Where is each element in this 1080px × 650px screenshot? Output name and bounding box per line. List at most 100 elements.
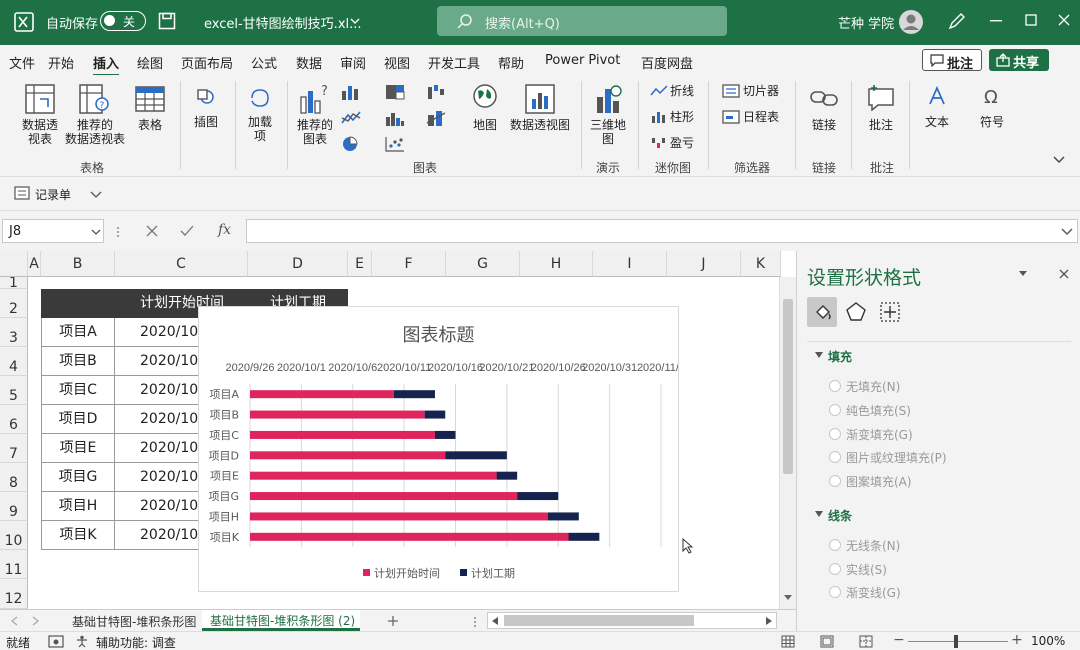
macro-record-icon[interactable] — [48, 635, 64, 648]
collapse-triangle-icon[interactable] — [815, 511, 823, 519]
bar-plan-duration[interactable] — [547, 512, 579, 521]
insert-function-button[interactable]: fx — [218, 222, 231, 238]
line-section-title[interactable]: 线条 — [828, 507, 852, 524]
menu-baidu-netdisk[interactable]: 百度网盘 — [641, 53, 693, 72]
add-sheet-icon[interactable] — [387, 615, 399, 627]
waterfall-chart-icon[interactable] — [426, 83, 448, 101]
bar-plan-duration[interactable] — [434, 430, 456, 439]
hierarchy-chart-icon[interactable] — [384, 83, 406, 101]
legend-swatch[interactable] — [363, 569, 370, 576]
x-tick-label[interactable]: 2020/10/26 — [531, 362, 586, 374]
item-name-cell[interactable]: 项目D — [41, 405, 115, 434]
bar-plan-duration[interactable] — [496, 471, 518, 480]
y-category-label[interactable]: 项目H — [209, 510, 239, 523]
cancel-icon[interactable] — [146, 225, 158, 237]
menu-help[interactable]: 帮助 — [498, 53, 524, 72]
sparkline-column-icon[interactable] — [650, 110, 668, 124]
avatar[interactable] — [898, 9, 924, 35]
bar-plan-start[interactable] — [250, 430, 435, 439]
line-option-gradient[interactable]: 渐变线(G) — [829, 584, 901, 601]
bar-plan-duration[interactable] — [568, 532, 600, 541]
y-category-label[interactable]: 项目D — [209, 449, 239, 462]
y-category-label[interactable]: 项目G — [208, 490, 239, 503]
chart-plot[interactable]: 2020/9/26 2020/10/1 2020/10/6 2020/10/11202… — [199, 307, 678, 591]
legend-entry[interactable]: 计划开始时间 — [374, 566, 440, 580]
fill-option-solid[interactable]: 纯色填充(S) — [829, 402, 911, 419]
menu-view[interactable]: 视图 — [384, 53, 410, 72]
column-header[interactable]: D — [248, 251, 348, 277]
column-header[interactable]: G — [446, 251, 520, 277]
menu-file[interactable]: 文件 — [9, 53, 35, 72]
scrollbar-thumb[interactable] — [783, 299, 793, 474]
x-tick-label[interactable]: 2020/10/6 — [328, 362, 377, 374]
size-properties-icon[interactable] — [879, 301, 901, 323]
x-tick-label[interactable]: 2020/10/11 — [377, 362, 431, 374]
menu-developer[interactable]: 开发工具 — [428, 53, 480, 72]
column-header[interactable]: H — [520, 251, 593, 277]
line-option-none[interactable]: 无线条(N) — [828, 537, 900, 554]
page-break-view-icon[interactable] — [859, 635, 873, 648]
x-tick-label[interactable]: 2020/10/16 — [428, 362, 483, 374]
menu-data[interactable]: 数据 — [296, 53, 322, 72]
zoom-out-button[interactable]: − — [893, 632, 905, 648]
maximize-icon[interactable] — [1025, 14, 1037, 26]
collapse-ribbon-icon[interactable] — [1052, 155, 1066, 165]
timeline-icon[interactable] — [722, 110, 740, 124]
timeline-label[interactable]: 日程表 — [743, 110, 779, 124]
column-header[interactable]: E — [348, 251, 372, 277]
fill-option-gradient[interactable]: 渐变填充(G) — [829, 426, 913, 443]
row-header[interactable]: 11 — [0, 550, 28, 579]
drag-handle-icon[interactable] — [473, 617, 477, 627]
fill-option-pattern[interactable]: 图案填充(A) — [829, 473, 912, 490]
scroll-down-icon[interactable] — [783, 594, 793, 602]
effects-pentagon-icon[interactable] — [845, 301, 867, 323]
menu-insert[interactable]: 插入 — [93, 53, 120, 77]
drag-handle-icon[interactable] — [116, 227, 120, 237]
row-header[interactable]: 2 — [0, 289, 28, 318]
column-header[interactable]: A — [28, 251, 41, 277]
h-scrollbar-thumb[interactable] — [504, 615, 694, 626]
accessibility-status[interactable]: 辅助功能: 调查 — [96, 634, 176, 650]
select-all-corner[interactable] — [0, 251, 28, 277]
line-option-solid[interactable]: 实线(S) — [829, 561, 887, 578]
form-icon[interactable] — [14, 186, 30, 200]
y-category-label[interactable]: 项目B — [209, 409, 239, 422]
x-tick-label[interactable]: 2020/10/31 — [582, 362, 637, 374]
fill-line-tab[interactable] — [807, 297, 837, 327]
y-category-label[interactable]: 项目A — [209, 388, 239, 401]
scatter-chart-icon[interactable] — [384, 135, 406, 153]
prev-sheet-icon[interactable] — [10, 616, 18, 626]
y-category-label[interactable]: 项目C — [209, 429, 239, 442]
menu-home[interactable]: 开始 — [48, 53, 74, 72]
stat-chart-icon[interactable] — [384, 109, 406, 127]
pane-close-icon[interactable] — [1059, 269, 1069, 279]
autosave-toggle[interactable]: 关 — [100, 11, 146, 31]
row-header[interactable]: 6 — [0, 405, 28, 434]
row-header[interactable]: 4 — [0, 347, 28, 376]
menu-formulas[interactable]: 公式 — [251, 53, 277, 72]
collapse-triangle-icon[interactable] — [815, 352, 823, 360]
minimize-icon[interactable] — [990, 20, 1004, 22]
x-tick-label[interactable]: 2020/10/21 — [479, 362, 534, 374]
row-header[interactable]: 9 — [0, 492, 28, 521]
gantt-chart[interactable]: 图表标题 2020/9/26 2020/10/1 2020/10/6 2020/10/… — [198, 306, 679, 592]
sparkline-line-icon[interactable] — [650, 84, 668, 98]
menu-power-pivot[interactable]: Power Pivot — [545, 53, 620, 68]
close-icon[interactable] — [1058, 14, 1070, 26]
bar-plan-duration[interactable] — [393, 390, 435, 399]
name-box[interactable]: J8 — [2, 219, 104, 243]
page-layout-view-icon[interactable] — [820, 635, 834, 648]
bar-plan-start[interactable] — [250, 512, 548, 521]
zoom-slider-handle[interactable] — [954, 635, 958, 648]
slicer-label[interactable]: 切片器 — [743, 84, 779, 98]
pane-options-chevron-icon[interactable] — [1019, 271, 1027, 277]
fill-option-picture[interactable]: 图片或纹理填充(P) — [829, 449, 947, 466]
y-category-label[interactable]: 项目E — [210, 470, 239, 483]
bar-plan-start[interactable] — [250, 451, 446, 460]
bar-plan-start[interactable] — [250, 390, 394, 399]
customize-qa-icon[interactable] — [90, 189, 102, 199]
item-name-cell[interactable]: 项目C — [41, 376, 115, 405]
sheet-tab-active[interactable]: 基础甘特图-堆积条形图 (2) — [202, 610, 360, 631]
zoom-in-button[interactable]: + — [1011, 632, 1023, 648]
x-tick-label[interactable]: 2020/9/26 — [226, 362, 275, 374]
